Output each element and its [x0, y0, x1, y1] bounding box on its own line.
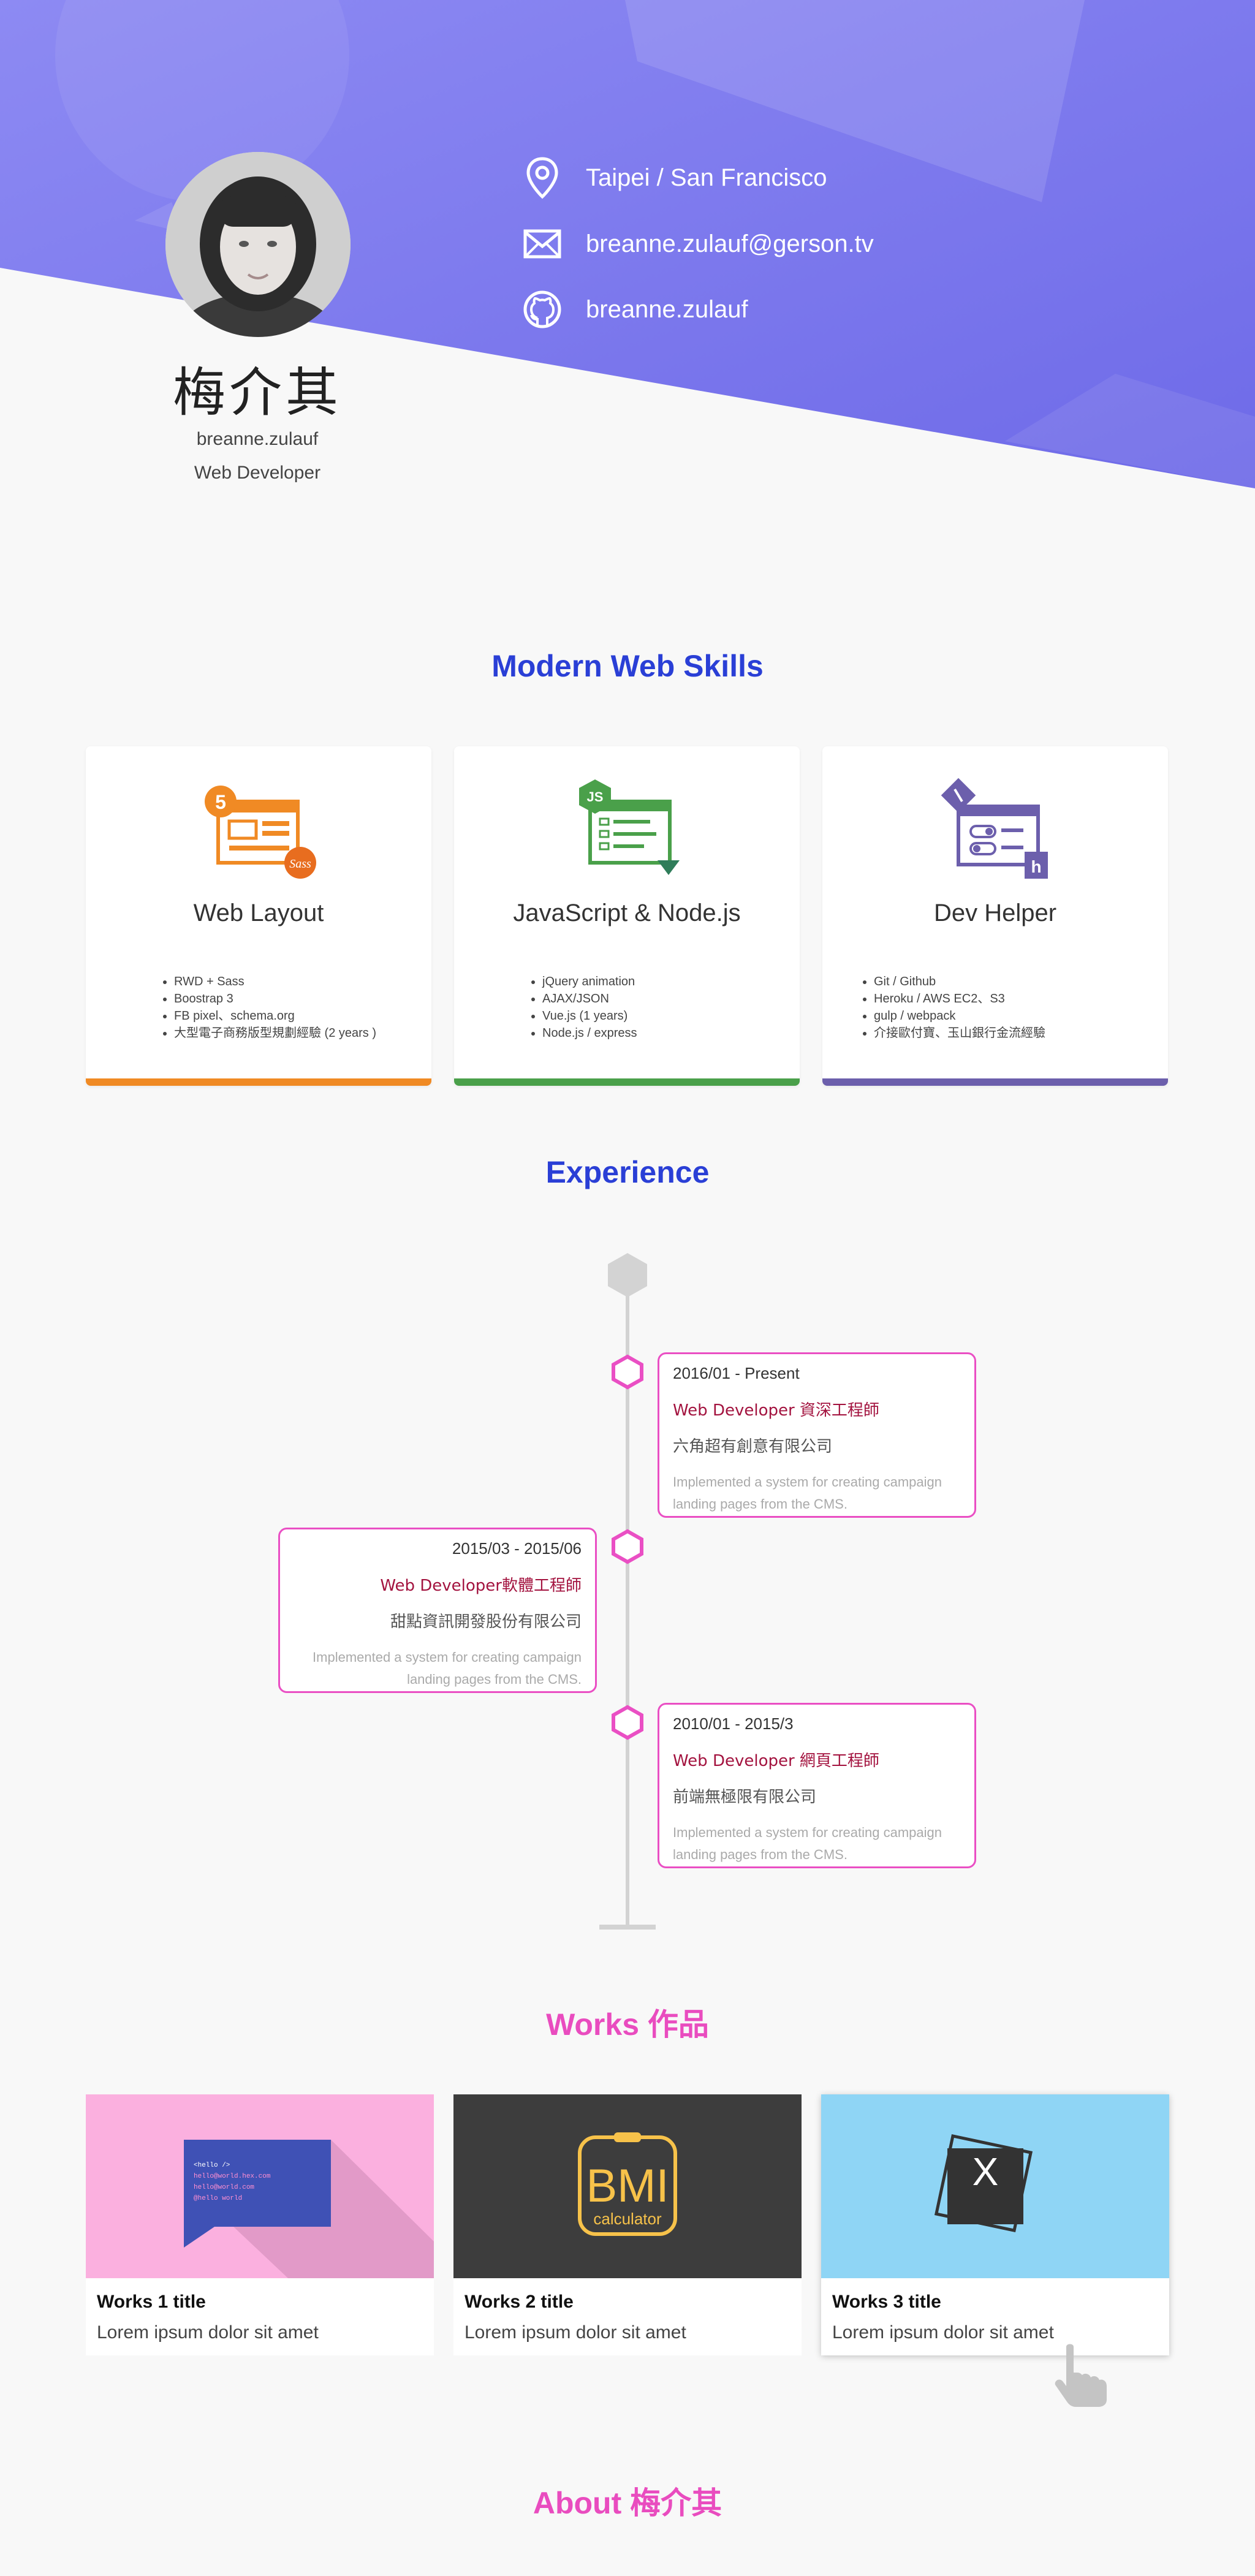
- work-description: Lorem ipsum dolor sit amet: [97, 2322, 319, 2343]
- list-item: Vue.js (1 years): [542, 1007, 637, 1025]
- work-title: Works 1 title: [97, 2292, 206, 2312]
- location-pin-icon: [521, 156, 564, 199]
- logo-main-text: X: [973, 2150, 999, 2194]
- html5-sass-icon: 5 Sass: [86, 777, 431, 881]
- contact-email[interactable]: breanne.zulauf@gerson.tv: [521, 222, 874, 265]
- experience-description: Implemented a system for creating campai…: [294, 1646, 582, 1691]
- work-title: Works 2 title: [464, 2292, 574, 2312]
- list-item: FB pixel、schema.org: [174, 1007, 376, 1025]
- description-line: Implemented a system for creating campai…: [313, 1650, 582, 1665]
- logo-main-text: BMI: [586, 2160, 669, 2212]
- description-line: Implemented a system for creating campai…: [673, 1825, 942, 1840]
- skills-section-title: Modern Web Skills: [491, 649, 764, 683]
- timeline-start-hexagon: [608, 1253, 647, 1297]
- contact-email-text[interactable]: breanne.zulauf@gerson.tv: [586, 230, 874, 258]
- experience-card: 2010/01 - 2015/3 Web Developer 網頁工程師 前端無…: [658, 1703, 976, 1868]
- experience-job-title: Web Developer軟體工程師: [380, 1577, 582, 1595]
- timeline-node-hexagon: [612, 1705, 643, 1740]
- header-hero: 梅介其 breanne.zulauf Web Developer Taipei …: [0, 0, 1255, 490]
- list-item: AJAX/JSON: [542, 990, 637, 1007]
- x-logo-icon: X: [934, 2134, 1033, 2233]
- list-item: jQuery animation: [542, 973, 637, 990]
- experience-company: 前端無極限有限公司: [673, 1788, 817, 1806]
- experience-card: 2015/03 - 2015/06 Web Developer軟體工程師 甜點資…: [278, 1528, 597, 1693]
- skill-list: RWD + Sass Boostrap 3 FB pixel、schema.or…: [159, 973, 376, 1042]
- svg-text:Sass: Sass: [289, 857, 311, 871]
- experience-card: 2016/01 - Present Web Developer 資深工程師 六角…: [658, 1352, 976, 1518]
- list-item: 大型電子商務版型規劃經驗 (2 years ): [174, 1025, 376, 1042]
- code-line: hello@world.hex.com: [194, 2173, 271, 2180]
- experience-section-title: Experience: [545, 1155, 710, 1189]
- description-line: landing pages from the CMS.: [673, 1496, 847, 1512]
- logo-sub-text: calculator: [593, 2210, 662, 2228]
- skill-list: Git / Github Heroku / AWS EC2、S3 gulp / …: [859, 973, 1045, 1042]
- experience-job-title: Web Developer 資深工程師: [673, 1401, 879, 1420]
- list-item: 介接歐付寶、玉山銀行金流經驗: [874, 1025, 1045, 1042]
- skill-card-javascript: JS JavaScript & Node.js jQuery animation…: [454, 746, 800, 1086]
- skill-title: Web Layout: [193, 900, 324, 926]
- svg-text:h: h: [1031, 857, 1041, 876]
- card-accent-bar: [822, 1078, 1168, 1086]
- work-thumbnail: <hello /> hello@world.hex.com hello@worl…: [86, 2094, 434, 2278]
- work-description: Lorem ipsum dolor sit amet: [464, 2322, 686, 2343]
- skill-card-dev-helper: h Dev Helper Git / Github Heroku / AWS E…: [822, 746, 1168, 1086]
- github-icon: [521, 288, 564, 331]
- list-item: Node.js / express: [542, 1025, 637, 1042]
- mail-icon: [521, 222, 564, 265]
- experience-job-title: Web Developer 網頁工程師: [673, 1752, 879, 1770]
- code-line: hello@world.com: [194, 2184, 254, 2191]
- work-card-1[interactable]: <hello /> hello@world.hex.com hello@worl…: [86, 2094, 434, 2355]
- code-line: <hello />: [194, 2162, 230, 2169]
- avatar: [165, 152, 351, 337]
- work-thumbnail: BMI calculator: [453, 2094, 802, 2278]
- about-section-title: About 梅介其: [533, 2486, 722, 2520]
- work-thumbnail: X: [821, 2094, 1169, 2278]
- profile-role: Web Developer: [194, 463, 321, 483]
- experience-date: 2016/01 - Present: [673, 1364, 800, 1382]
- experience-company: 六角超有創意有限公司: [673, 1438, 833, 1456]
- list-item: Git / Github: [874, 973, 1045, 990]
- hand-cursor-icon: [1055, 2344, 1107, 2407]
- timeline-node-hexagon: [612, 1354, 643, 1390]
- experience-description: Implemented a system for creating campai…: [673, 1822, 961, 1866]
- card-accent-bar: [86, 1078, 431, 1086]
- card-accent-bar: [454, 1078, 800, 1086]
- timeline-node-hexagon: [612, 1529, 643, 1564]
- list-item: gulp / webpack: [874, 1007, 1045, 1025]
- works-section-title: Works 作品: [546, 2007, 709, 2042]
- description-line: Implemented a system for creating campai…: [673, 1474, 942, 1490]
- contact-location-text: Taipei / San Francisco: [586, 164, 827, 191]
- list-item: Boostrap 3: [174, 990, 376, 1007]
- experience-company: 甜點資訊開發股份有限公司: [390, 1613, 582, 1631]
- timeline-base: [599, 1925, 656, 1930]
- javascript-icon: JS: [454, 777, 800, 881]
- svg-text:5: 5: [215, 791, 226, 813]
- list-item: RWD + Sass: [174, 973, 376, 990]
- svg-text:JS: JS: [587, 789, 604, 805]
- description-line: landing pages from the CMS.: [407, 1672, 582, 1687]
- skill-title: JavaScript & Node.js: [513, 900, 741, 926]
- work-title: Works 3 title: [832, 2292, 941, 2312]
- code-line: @hello world: [194, 2195, 242, 2202]
- experience-description: Implemented a system for creating campai…: [673, 1471, 961, 1515]
- work-card-2[interactable]: BMI calculator Works 2 title Lorem ipsum…: [453, 2094, 802, 2355]
- contact-github-text[interactable]: breanne.zulauf: [586, 296, 748, 324]
- list-item: Heroku / AWS EC2、S3: [874, 990, 1045, 1007]
- description-line: landing pages from the CMS.: [673, 1847, 847, 1862]
- contact-location: Taipei / San Francisco: [521, 156, 827, 199]
- experience-date: 2015/03 - 2015/06: [452, 1539, 582, 1558]
- skill-list: jQuery animation AJAX/JSON Vue.js (1 yea…: [528, 973, 637, 1042]
- work-description: Lorem ipsum dolor sit amet: [832, 2322, 1054, 2343]
- profile-handle: breanne.zulauf: [196, 429, 319, 449]
- experience-date: 2010/01 - 2015/3: [673, 1714, 794, 1733]
- skill-title: Dev Helper: [933, 900, 1057, 926]
- skill-card-web-layout: 5 Sass Web Layout RWD + Sass Boostrap 3 …: [86, 746, 431, 1086]
- profile-name: 梅介其: [173, 362, 342, 423]
- work-card-3[interactable]: X Works 3 title Lorem ipsum dolor sit am…: [821, 2094, 1169, 2355]
- bmi-logo-icon: BMI calculator: [578, 2132, 677, 2236]
- git-heroku-icon: h: [822, 777, 1168, 881]
- contact-github[interactable]: breanne.zulauf: [521, 288, 748, 331]
